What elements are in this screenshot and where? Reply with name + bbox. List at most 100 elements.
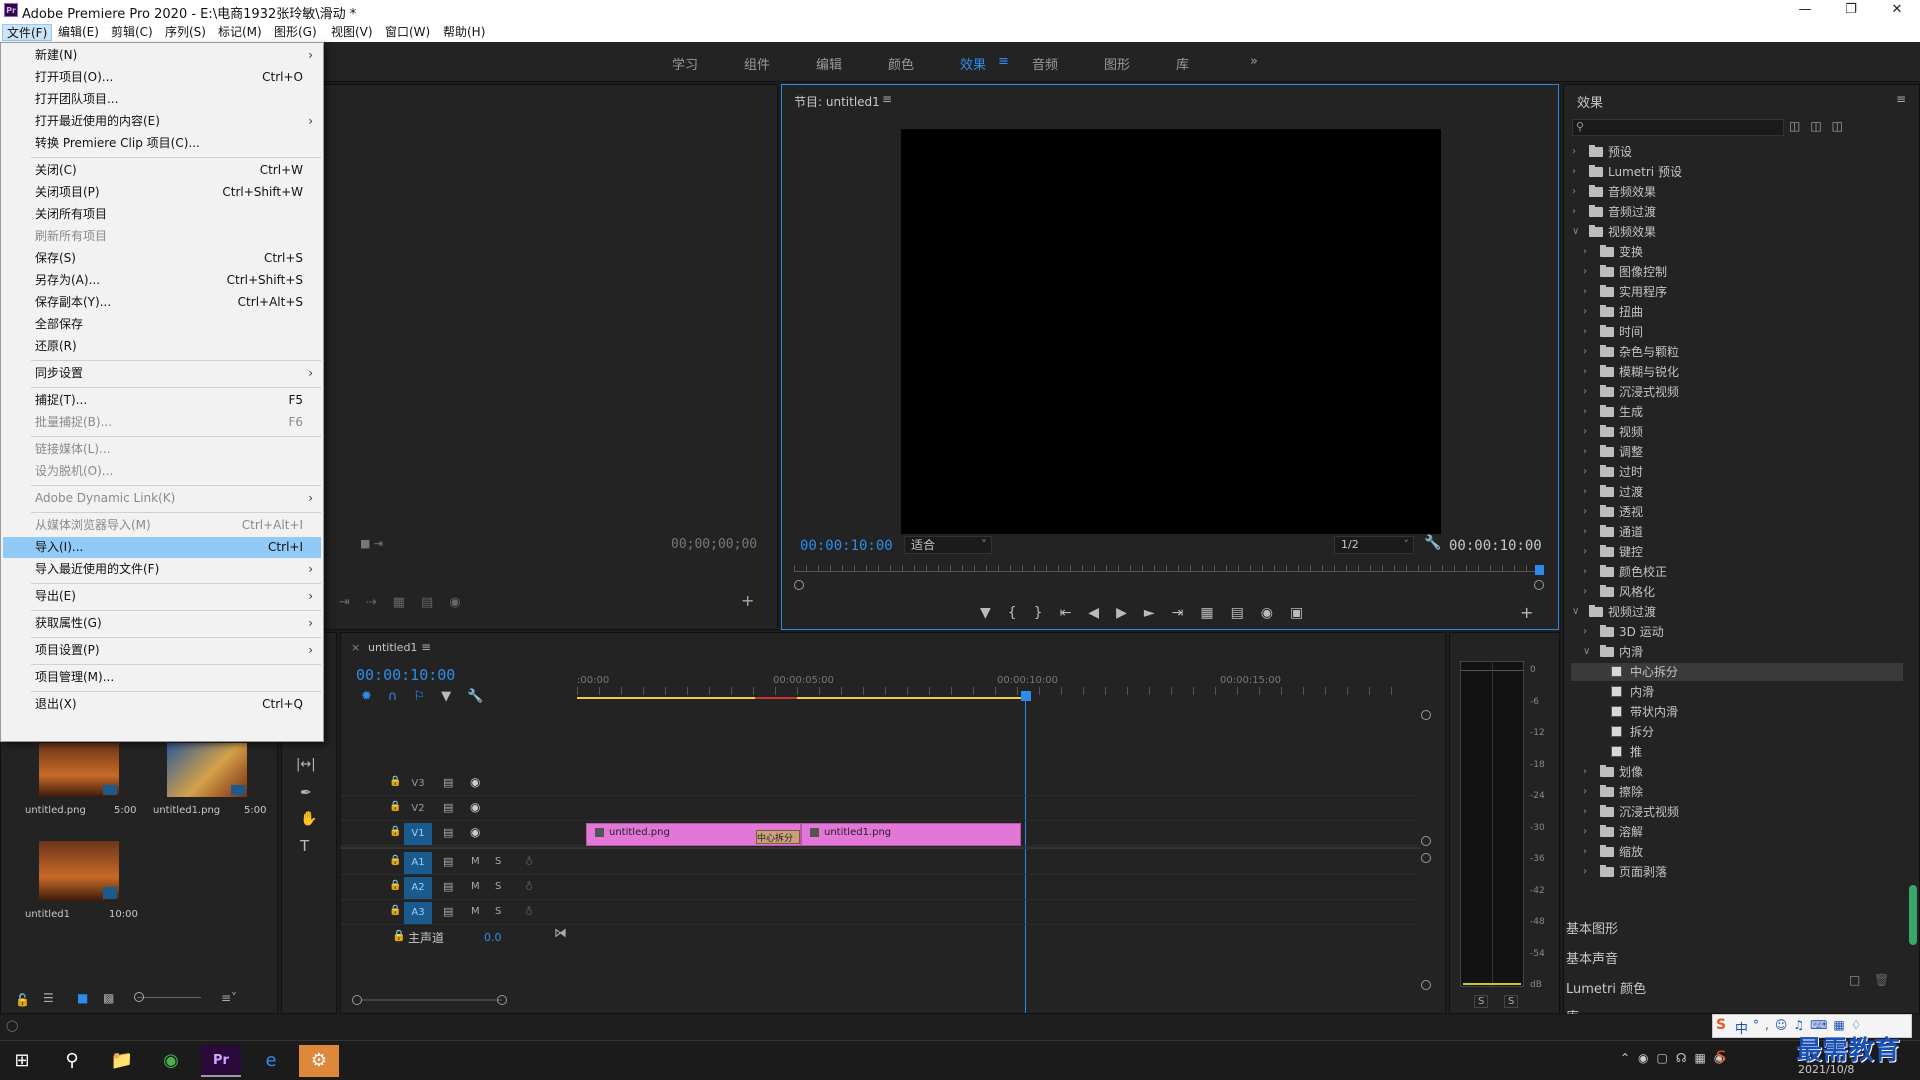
vscroll-handle[interactable] bbox=[1421, 980, 1431, 990]
track-lock-icon[interactable]: 🔒 bbox=[389, 776, 401, 787]
chevron-right-icon[interactable]: › bbox=[1583, 343, 1595, 361]
section-lumetri-color[interactable]: Lumetri 颜色 bbox=[1566, 978, 1646, 997]
effects-tree-item[interactable]: › 时间 bbox=[1571, 323, 1903, 341]
effects-tree-item[interactable]: › 变换 bbox=[1571, 243, 1903, 261]
effects-tree-item[interactable]: › Lumetri 预设 bbox=[1571, 163, 1903, 181]
chevron-right-icon[interactable]: › bbox=[1583, 483, 1595, 501]
solo-button[interactable]: S bbox=[495, 906, 501, 917]
chevron-right-icon[interactable]: › bbox=[1572, 183, 1584, 201]
chevron-right-icon[interactable]: › bbox=[1583, 783, 1595, 801]
microphone-icon[interactable]: ♁ bbox=[525, 880, 533, 893]
workspace-menu-icon[interactable]: ≡ bbox=[998, 54, 1009, 69]
effects-tree-item[interactable]: › 沉浸式视频 bbox=[1571, 803, 1903, 821]
lock-icon[interactable]: 🔓 bbox=[15, 993, 30, 1007]
edge-icon[interactable]: e bbox=[251, 1045, 291, 1077]
effects-scrollbar[interactable] bbox=[1909, 885, 1917, 945]
effects-tree-item[interactable]: › 划像 bbox=[1571, 763, 1903, 781]
effects-tree-item[interactable]: › 预设 bbox=[1571, 143, 1903, 161]
master-volume[interactable]: 0.0 bbox=[484, 931, 502, 944]
sync-lock-icon[interactable]: ▤ bbox=[443, 776, 453, 789]
chevron-right-icon[interactable]: › bbox=[1583, 823, 1595, 841]
file-menu-item[interactable]: 同步设置 › bbox=[3, 363, 321, 384]
pen-icon[interactable]: ✒ bbox=[300, 785, 312, 801]
chevron-right-icon[interactable]: › bbox=[1583, 623, 1595, 641]
chevron-right-icon[interactable]: › bbox=[1583, 283, 1595, 301]
effects-tree-item[interactable]: › 键控 bbox=[1571, 543, 1903, 561]
chevron-right-icon[interactable]: › bbox=[1583, 383, 1595, 401]
solo-button[interactable]: S bbox=[495, 881, 501, 892]
menu-edit[interactable]: 编辑(E) bbox=[54, 24, 103, 41]
effects-tree-item[interactable]: › 3D 运动 bbox=[1571, 623, 1903, 641]
file-explorer-icon[interactable]: 📁 bbox=[102, 1045, 142, 1077]
mute-button[interactable]: M bbox=[471, 906, 480, 917]
premiere-taskbar-icon[interactable]: Pr bbox=[201, 1045, 241, 1077]
chevron-right-icon[interactable]: › bbox=[1583, 263, 1595, 281]
chevron-right-icon[interactable]: › bbox=[1583, 863, 1595, 881]
effects-tree-item[interactable]: ∨ 内滑 bbox=[1571, 643, 1903, 661]
track-lock-icon[interactable]: 🔒 bbox=[389, 880, 401, 891]
freeform-view-icon[interactable]: ▩ bbox=[103, 991, 114, 1005]
sort-icon[interactable]: ≡˅ bbox=[221, 991, 237, 1005]
workspace-audio[interactable]: 音频 bbox=[1032, 54, 1058, 73]
mute-button[interactable]: M bbox=[471, 881, 480, 892]
file-menu-item[interactable]: 关闭项目(P) Ctrl+Shift+W bbox=[3, 182, 321, 203]
menu-view[interactable]: 视图(V) bbox=[327, 24, 377, 41]
eye-icon[interactable]: ◉ bbox=[470, 775, 480, 789]
file-menu-item[interactable]: 导入最近使用的文件(F) › bbox=[3, 559, 321, 580]
menu-graphics[interactable]: 图形(G) bbox=[270, 24, 321, 41]
effects-tree-item[interactable]: › 音频效果 bbox=[1571, 183, 1903, 201]
effects-panel-menu-icon[interactable]: ≡ bbox=[1896, 92, 1906, 106]
eye-icon[interactable]: ◉ bbox=[470, 825, 480, 839]
file-menu-item[interactable]: 还原(R) bbox=[3, 336, 321, 357]
chevron-right-icon[interactable]: › bbox=[1583, 563, 1595, 581]
solo-button[interactable]: S bbox=[495, 856, 501, 867]
file-menu-item[interactable]: 获取属性(G) › bbox=[3, 613, 321, 634]
workspace-assembly[interactable]: 组件 bbox=[744, 54, 770, 73]
sync-lock-icon[interactable]: ▤ bbox=[443, 855, 453, 868]
chevron-right-icon[interactable]: › bbox=[1583, 403, 1595, 421]
windows-start-icon[interactable]: ⊞ bbox=[2, 1045, 42, 1077]
settings-icon[interactable]: ⚙ bbox=[299, 1045, 339, 1077]
chevron-right-icon[interactable]: › bbox=[1583, 843, 1595, 861]
file-menu-item[interactable]: 转换 Premiere Clip 项目(C)... bbox=[3, 133, 321, 154]
timeline-tool-icons[interactable]: ✹∩⚐▼🔧 bbox=[361, 689, 499, 704]
effects-tree-item[interactable]: › 扭曲 bbox=[1571, 303, 1903, 321]
track-target-A2[interactable]: A2 bbox=[404, 877, 432, 899]
timeline-zoom-handle-right[interactable] bbox=[497, 995, 507, 1005]
mute-button[interactable]: M bbox=[471, 856, 480, 867]
track-lock-icon[interactable]: 🔒 bbox=[389, 855, 401, 866]
effects-tree-item[interactable]: › 视频 bbox=[1571, 423, 1903, 441]
new-folder-icon[interactable]: □ bbox=[1849, 973, 1860, 987]
file-menu-item[interactable]: 捕捉(T)... F5 bbox=[3, 390, 321, 411]
effects-search-input[interactable]: ⚲ bbox=[1572, 119, 1784, 136]
effects-tree-item[interactable]: › 音频过渡 bbox=[1571, 203, 1903, 221]
vscroll-handle[interactable] bbox=[1421, 853, 1431, 863]
source-timecode[interactable]: 00;00;00;00 bbox=[671, 537, 757, 552]
effects-tree-item[interactable]: 中心拆分 bbox=[1571, 663, 1903, 681]
microphone-icon[interactable]: ♁ bbox=[525, 905, 533, 918]
microphone-icon[interactable]: ♁ bbox=[525, 855, 533, 868]
search-icon[interactable]: ⚲ bbox=[52, 1045, 92, 1077]
vscroll-handle[interactable] bbox=[1421, 710, 1431, 720]
zoom-handle-right[interactable] bbox=[1534, 580, 1544, 590]
file-menu-item[interactable]: 打开最近使用的内容(E) › bbox=[3, 111, 321, 132]
program-scrubber[interactable] bbox=[794, 571, 1542, 572]
program-timecode[interactable]: 00:00:10:00 bbox=[800, 538, 893, 554]
program-playhead[interactable] bbox=[1535, 565, 1544, 575]
program-panel-menu-icon[interactable]: ≡ bbox=[882, 92, 892, 106]
chevron-down-icon[interactable]: ∨ bbox=[1572, 603, 1584, 621]
effects-tree-item[interactable]: › 生成 bbox=[1571, 403, 1903, 421]
restore-icon[interactable]: ❐ bbox=[1828, 0, 1874, 22]
chevron-right-icon[interactable]: › bbox=[1583, 543, 1595, 561]
effects-tree-item[interactable]: › 透视 bbox=[1571, 503, 1903, 521]
list-view-icon[interactable]: ☰ bbox=[43, 991, 54, 1005]
effects-tree-item[interactable]: › 擦除 bbox=[1571, 783, 1903, 801]
type-icon[interactable]: T bbox=[300, 837, 309, 855]
chevron-right-icon[interactable]: › bbox=[1583, 323, 1595, 341]
file-menu-item[interactable]: 打开团队项目... bbox=[3, 89, 321, 110]
eye-icon[interactable]: ◉ bbox=[470, 800, 480, 814]
chevron-right-icon[interactable]: › bbox=[1583, 423, 1595, 441]
zoom-slider[interactable] bbox=[137, 997, 201, 998]
effects-tree-item[interactable]: › 通道 bbox=[1571, 523, 1903, 541]
chevron-down-icon[interactable]: ∨ bbox=[1572, 223, 1584, 241]
